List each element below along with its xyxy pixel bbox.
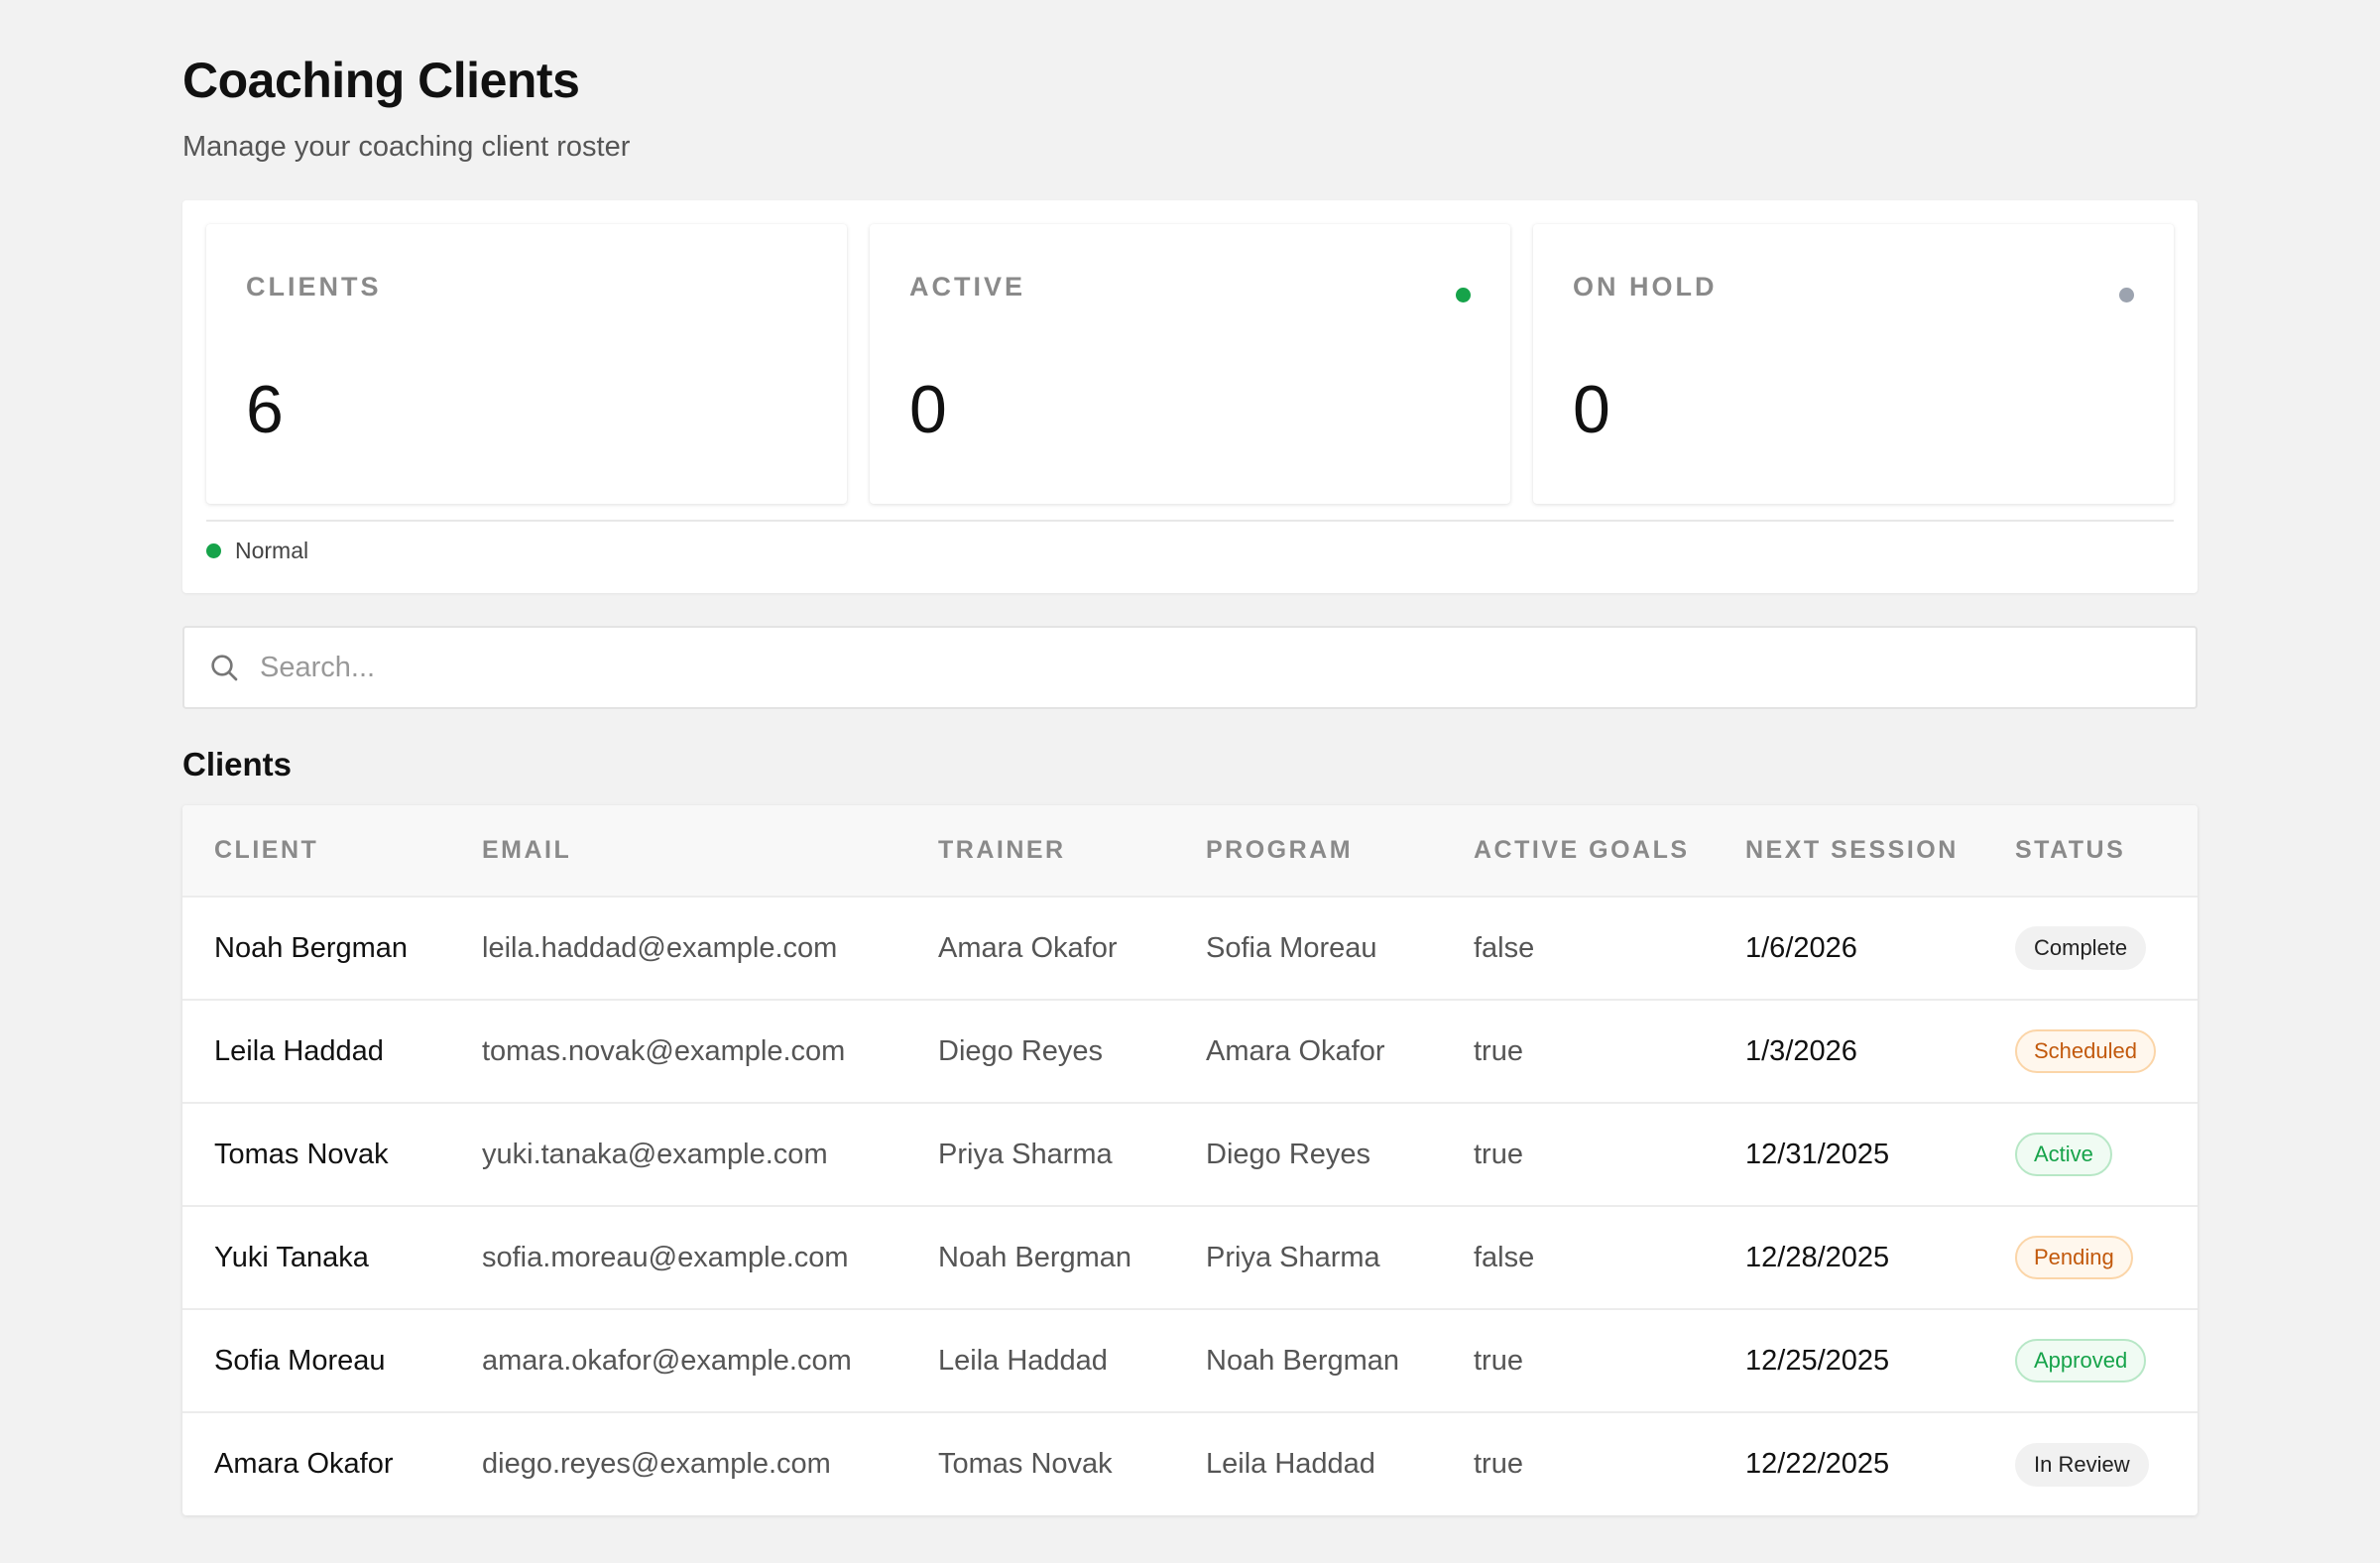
legend-dot-icon bbox=[206, 543, 221, 558]
status-badge: Scheduled bbox=[2015, 1029, 2156, 1073]
table-row[interactable]: Yuki Tanaka sofia.moreau@example.com Noah … bbox=[182, 1206, 2198, 1309]
program-name: Leila Haddad bbox=[1206, 1448, 1375, 1480]
stat-value: 0 bbox=[909, 372, 947, 447]
client-name: Amara Okafor bbox=[214, 1448, 394, 1480]
client-email: yuki.tanaka@example.com bbox=[482, 1138, 828, 1170]
client-name: Leila Haddad bbox=[214, 1034, 384, 1067]
table-row[interactable]: Leila Haddad tomas.novak@example.com Diego… bbox=[182, 1000, 2198, 1103]
trainer-name: Noah Bergman bbox=[938, 1241, 1132, 1273]
program-name: Sofia Moreau bbox=[1206, 931, 1377, 964]
column-header-email[interactable]: EMAIL bbox=[450, 805, 906, 897]
active-goals-value: false bbox=[1474, 931, 1535, 964]
client-name: Tomas Novak bbox=[214, 1138, 389, 1170]
program-name: Diego Reyes bbox=[1206, 1138, 1371, 1170]
next-session-date: 12/22/2025 bbox=[1745, 1448, 1890, 1480]
column-header-program[interactable]: PROGRAM bbox=[1174, 805, 1442, 897]
client-email: amara.okafor@example.com bbox=[482, 1344, 852, 1377]
search-icon bbox=[211, 655, 238, 681]
program-name: Amara Okafor bbox=[1206, 1034, 1385, 1067]
trainer-name: Leila Haddad bbox=[938, 1344, 1108, 1377]
column-header-next-session[interactable]: NEXT SESSION bbox=[1714, 805, 1983, 897]
page-title: Coaching Clients bbox=[182, 53, 580, 108]
client-name: Sofia Moreau bbox=[214, 1344, 386, 1377]
status-dot-icon bbox=[1456, 288, 1471, 302]
client-name: Yuki Tanaka bbox=[214, 1241, 369, 1273]
client-email: diego.reyes@example.com bbox=[482, 1448, 831, 1480]
stat-value: 0 bbox=[1573, 372, 1610, 447]
client-email: leila.haddad@example.com bbox=[482, 931, 838, 964]
table-row[interactable]: Tomas Novak yuki.tanaka@example.com Priya … bbox=[182, 1103, 2198, 1206]
legend: Normal bbox=[206, 538, 308, 564]
stat-label: ACTIVE bbox=[909, 272, 1026, 301]
trainer-name: Diego Reyes bbox=[938, 1034, 1104, 1067]
divider bbox=[206, 520, 2174, 522]
next-session-date: 12/28/2025 bbox=[1745, 1241, 1890, 1273]
page-subtitle: Manage your coaching client roster bbox=[182, 131, 631, 163]
stats-panel: CLIENTS 6 ACTIVE 0 ON HOLD 0 Normal bbox=[182, 200, 2198, 593]
table-row[interactable]: Sofia Moreau amara.okafor@example.com Leil… bbox=[182, 1309, 2198, 1412]
status-badge: Approved bbox=[2015, 1339, 2147, 1383]
search-box[interactable] bbox=[182, 626, 2198, 709]
status-cell: In Review bbox=[1983, 1412, 2198, 1515]
stat-value: 6 bbox=[246, 372, 284, 447]
stat-label: CLIENTS bbox=[246, 272, 382, 301]
status-cell: Scheduled bbox=[1983, 1000, 2198, 1103]
status-badge: In Review bbox=[2015, 1442, 2149, 1487]
column-header-trainer[interactable]: TRAINER bbox=[906, 805, 1174, 897]
status-badge: Pending bbox=[2015, 1236, 2133, 1279]
client-email: tomas.novak@example.com bbox=[482, 1034, 846, 1067]
table-header-row: CLIENT EMAIL TRAINER PROGRAM ACTIVE GOAL… bbox=[182, 805, 2198, 897]
status-badge: Active bbox=[2015, 1133, 2112, 1176]
clients-table: CLIENT EMAIL TRAINER PROGRAM ACTIVE GOAL… bbox=[182, 805, 2198, 1515]
active-goals-value: true bbox=[1474, 1138, 1523, 1170]
trainer-name: Priya Sharma bbox=[938, 1138, 1113, 1170]
stat-card-clients: CLIENTS 6 bbox=[206, 224, 847, 504]
stat-label: ON HOLD bbox=[1573, 272, 1718, 301]
status-cell: Approved bbox=[1983, 1309, 2198, 1412]
status-cell: Pending bbox=[1983, 1206, 2198, 1309]
search-input[interactable] bbox=[260, 628, 2144, 707]
legend-label: Normal bbox=[235, 538, 309, 563]
table-row[interactable]: Noah Bergman leila.haddad@example.com Amar… bbox=[182, 897, 2198, 1000]
client-name: Noah Bergman bbox=[214, 931, 409, 964]
program-name: Priya Sharma bbox=[1206, 1241, 1380, 1273]
active-goals-value: true bbox=[1474, 1034, 1523, 1067]
status-badge: Complete bbox=[2015, 926, 2147, 970]
column-header-active-goals[interactable]: ACTIVE GOALS bbox=[1442, 805, 1714, 897]
trainer-name: Amara Okafor bbox=[938, 931, 1118, 964]
status-dot-icon bbox=[2119, 288, 2134, 302]
active-goals-value: true bbox=[1474, 1448, 1523, 1480]
client-email: sofia.moreau@example.com bbox=[482, 1241, 849, 1273]
stat-card-on-hold: ON HOLD 0 bbox=[1533, 224, 2174, 504]
stat-card-active: ACTIVE 0 bbox=[870, 224, 1510, 504]
program-name: Noah Bergman bbox=[1206, 1344, 1400, 1377]
trainer-name: Tomas Novak bbox=[938, 1448, 1113, 1480]
active-goals-value: false bbox=[1474, 1241, 1535, 1273]
active-goals-value: true bbox=[1474, 1344, 1523, 1377]
section-title: Clients bbox=[182, 746, 293, 782]
table-row[interactable]: Amara Okafor diego.reyes@example.com Tomas… bbox=[182, 1412, 2198, 1515]
column-header-client[interactable]: CLIENT bbox=[182, 805, 450, 897]
next-session-date: 1/3/2026 bbox=[1745, 1034, 1857, 1067]
next-session-date: 12/31/2025 bbox=[1745, 1138, 1890, 1170]
column-header-status[interactable]: STATUS bbox=[1983, 805, 2198, 897]
status-cell: Active bbox=[1983, 1103, 2198, 1206]
next-session-date: 12/25/2025 bbox=[1745, 1344, 1890, 1377]
status-cell: Complete bbox=[1983, 897, 2198, 1000]
next-session-date: 1/6/2026 bbox=[1745, 931, 1857, 964]
